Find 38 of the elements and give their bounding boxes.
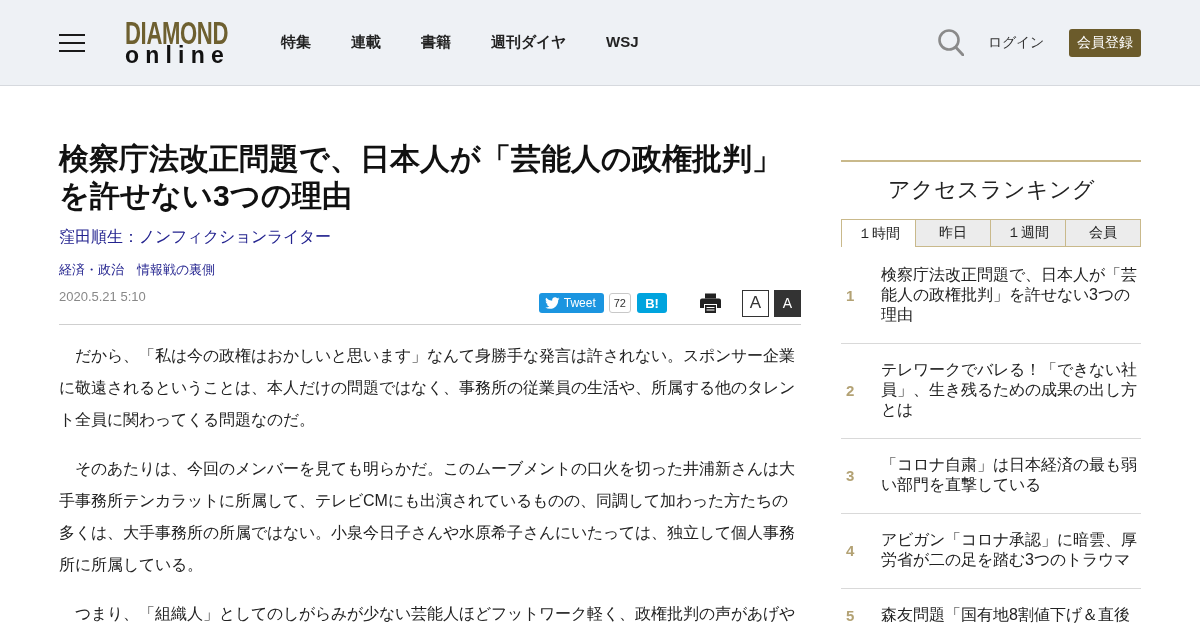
ranking-tab[interactable]: １週間 (991, 219, 1066, 246)
ranking-article-link[interactable]: 森友問題「国有地8割値下げ＆直後 (881, 605, 1141, 625)
ranking-title: アクセスランキング (886, 176, 1096, 204)
tweet-count: 72 (608, 293, 631, 313)
text-size-button[interactable]: A (774, 289, 801, 317)
article-title: 検察庁法改正問題で、日本人が「芸能人の政権批判」を許せない3つの理由 (59, 141, 783, 214)
publish-date: 2020.5.21 5:10 (59, 289, 146, 305)
ranking-article-link[interactable]: テレワークでバレる！「できない社員」、生き残るための成果の出し方とは (881, 360, 1141, 420)
bird-icon (544, 297, 560, 309)
ranking-article-link[interactable]: 「コロナ自粛」は日本経済の最も弱い部門を直撃している (881, 455, 1141, 495)
article-paragraph: つまり、「組織人」としてのしがらみが少ない芸能人ほどフットワーク軽く、政権批判の声があげや (74, 604, 796, 624)
printer-icon[interactable] (700, 293, 721, 313)
register-button[interactable]: 会員登録 (1069, 28, 1141, 57)
ranking-article-link[interactable]: アビガン「コロナ承認」に暗雲、厚労省が二の足を踏む3つのトラウマ (881, 530, 1141, 570)
nav-link[interactable]: 連載 (351, 33, 381, 52)
category-link[interactable]: 情報戦の裏側 (137, 260, 215, 280)
search-icon[interactable] (938, 29, 964, 56)
article-paragraph: そのあたりは、今回のメンバーを見ても明らかだ。このムーブメントの口火を切った井浦新さんは大手事務所テンカラットに所属して、テレビCMにも出演されているものの、同調して加わった方たちの多くは、大手事務所の所属ではない。小泉今日子さんや水原希子さんにいたっては、独立して個人事務所に所属している。 (59, 459, 796, 575)
nav-link[interactable]: 週刊ダイヤ (491, 33, 566, 52)
nav-link[interactable]: 書籍 (421, 33, 451, 52)
category-link[interactable]: 経済・政治 (59, 260, 124, 280)
menu-icon[interactable] (59, 33, 85, 52)
site-logo[interactable]: DIAMOND online (125, 20, 229, 65)
article-paragraph: だから、「私は今の政権はおかしいと思います」なんて身勝手な発言は許されない。スポンサー企業に敬遠されるということは、本人だけの問題ではなく、事務所の従業員の生活や、所属する他のタレント全員に関わってくる問題なのだ。 (59, 346, 796, 430)
rank-number: 2 (845, 381, 856, 399)
ranking-tab[interactable]: 会員 (1066, 219, 1141, 246)
rank-number: 1 (845, 286, 856, 304)
ranking-tab[interactable]: １時間 (841, 219, 916, 247)
text-size-button[interactable]: A (742, 289, 769, 317)
nav-link[interactable]: WSJ (606, 33, 639, 52)
rank-number: 3 (845, 466, 856, 484)
ranking-tab[interactable]: 昨日 (916, 219, 991, 246)
rank-number: 4 (845, 541, 856, 559)
author-link[interactable]: 窪田順生：ノンフィクションライター (59, 225, 331, 249)
rank-number: 5 (845, 606, 856, 624)
nav-link[interactable]: 特集 (281, 33, 311, 52)
login-link[interactable]: ログイン (988, 33, 1044, 52)
ranking-article-link[interactable]: 検察庁法改正問題で、日本人が「芸能人の政権批判」を許せない3つの理由 (881, 265, 1141, 325)
